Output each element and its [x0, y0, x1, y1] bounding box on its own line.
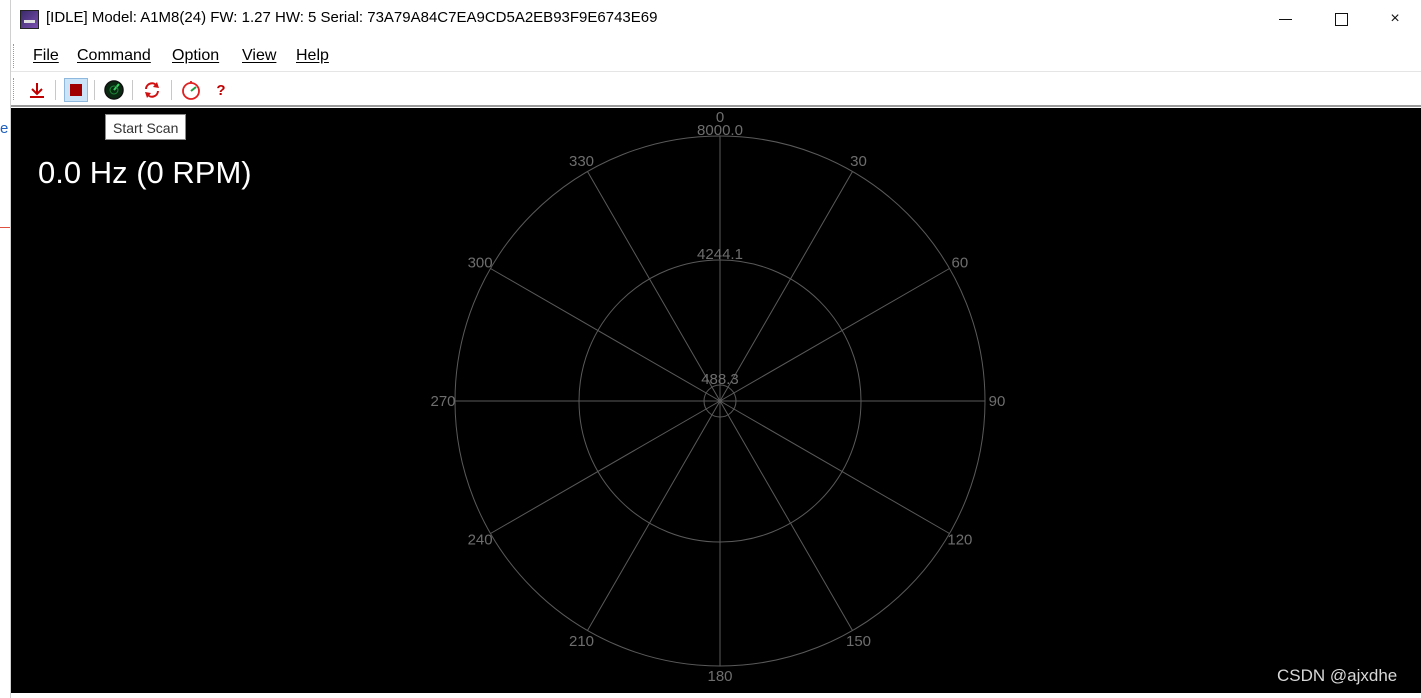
window-title: [IDLE] Model: A1M8(24) FW: 1.27 HW: 5 Se…: [46, 9, 658, 26]
start-scan-tooltip: Start Scan: [105, 114, 187, 140]
polar-grid: 03060901201501802102402703003308000.0424…: [430, 109, 1006, 685]
angle-label: 210: [569, 633, 594, 650]
help-icon: ?: [216, 81, 226, 99]
maximize-button[interactable]: [1313, 0, 1369, 38]
menu-bar: [11, 41, 1421, 72]
title-bar[interactable]: [IDLE] Model: A1M8(24) FW: 1.27 HW: 5 Se…: [11, 0, 1421, 38]
angle-label: 270: [430, 393, 455, 410]
minimize-icon: [1278, 18, 1292, 20]
angle-label: 300: [468, 255, 493, 272]
angle-label: 60: [952, 255, 969, 272]
angle-spoke: [587, 400, 721, 631]
angle-label: 90: [989, 393, 1006, 410]
angle-spoke: [719, 400, 853, 631]
background-window-strip: e: [0, 0, 10, 698]
toolbar-grip[interactable]: [13, 78, 15, 100]
menu-help[interactable]: Help: [296, 47, 329, 65]
app-logo-icon: [20, 10, 39, 29]
motor-speed-button[interactable]: [179, 78, 203, 102]
download-firmware-button[interactable]: [25, 78, 49, 102]
angle-spoke: [490, 400, 721, 534]
watermark: CSDN @ajxdhe: [1277, 666, 1398, 685]
toolbar-separator: [94, 80, 95, 100]
close-button[interactable]: ×: [1367, 0, 1421, 38]
minimize-button[interactable]: [1257, 0, 1313, 38]
close-icon: ×: [1390, 10, 1400, 27]
menu-file[interactable]: File: [33, 47, 59, 65]
toolbar-separator: [171, 80, 172, 100]
rotation-frequency: 0.0 Hz (0 RPM): [38, 155, 252, 190]
radar-scan-icon: [104, 80, 124, 100]
maximize-icon: [1334, 12, 1348, 26]
angle-label: 240: [468, 532, 493, 549]
background-text-fragment: e: [0, 120, 9, 137]
angle-spoke: [719, 268, 950, 402]
angle-spoke: [587, 171, 721, 402]
range-label: 488.3: [701, 371, 739, 388]
angle-label: 150: [846, 633, 871, 650]
stop-icon: [70, 84, 82, 96]
angle-label: 30: [850, 153, 867, 170]
menu-grip[interactable]: [13, 44, 15, 68]
toolbar-separator: [132, 80, 133, 100]
angle-spoke: [719, 171, 853, 402]
motor-speed-icon: [182, 81, 200, 100]
refresh-icon: [145, 82, 159, 98]
help-button[interactable]: ?: [209, 78, 233, 102]
angle-label: 120: [947, 532, 972, 549]
background-divider: [0, 227, 10, 228]
scan-display[interactable]: 0 30 60 90 120 150 180 210 240 270 300 330 8000.0 424…: [11, 108, 1421, 693]
angle-spoke: [490, 268, 721, 402]
menu-view[interactable]: View: [242, 47, 276, 65]
toolbar-separator: [55, 80, 56, 100]
range-label: 4244.1: [697, 246, 743, 263]
reset-device-button[interactable]: [140, 78, 164, 102]
start-scan-button[interactable]: [102, 78, 126, 102]
angle-label: 180: [707, 668, 732, 685]
angle-spoke: [719, 400, 950, 534]
menu-option[interactable]: Option: [172, 47, 219, 65]
download-icon: [30, 83, 44, 98]
menu-command[interactable]: Command: [77, 47, 151, 65]
range-label: 8000.0: [697, 122, 743, 139]
angle-label: 330: [569, 153, 594, 170]
stop-scan-button[interactable]: [64, 78, 88, 102]
app-window: [IDLE] Model: A1M8(24) FW: 1.27 HW: 5 Se…: [10, 0, 1421, 698]
